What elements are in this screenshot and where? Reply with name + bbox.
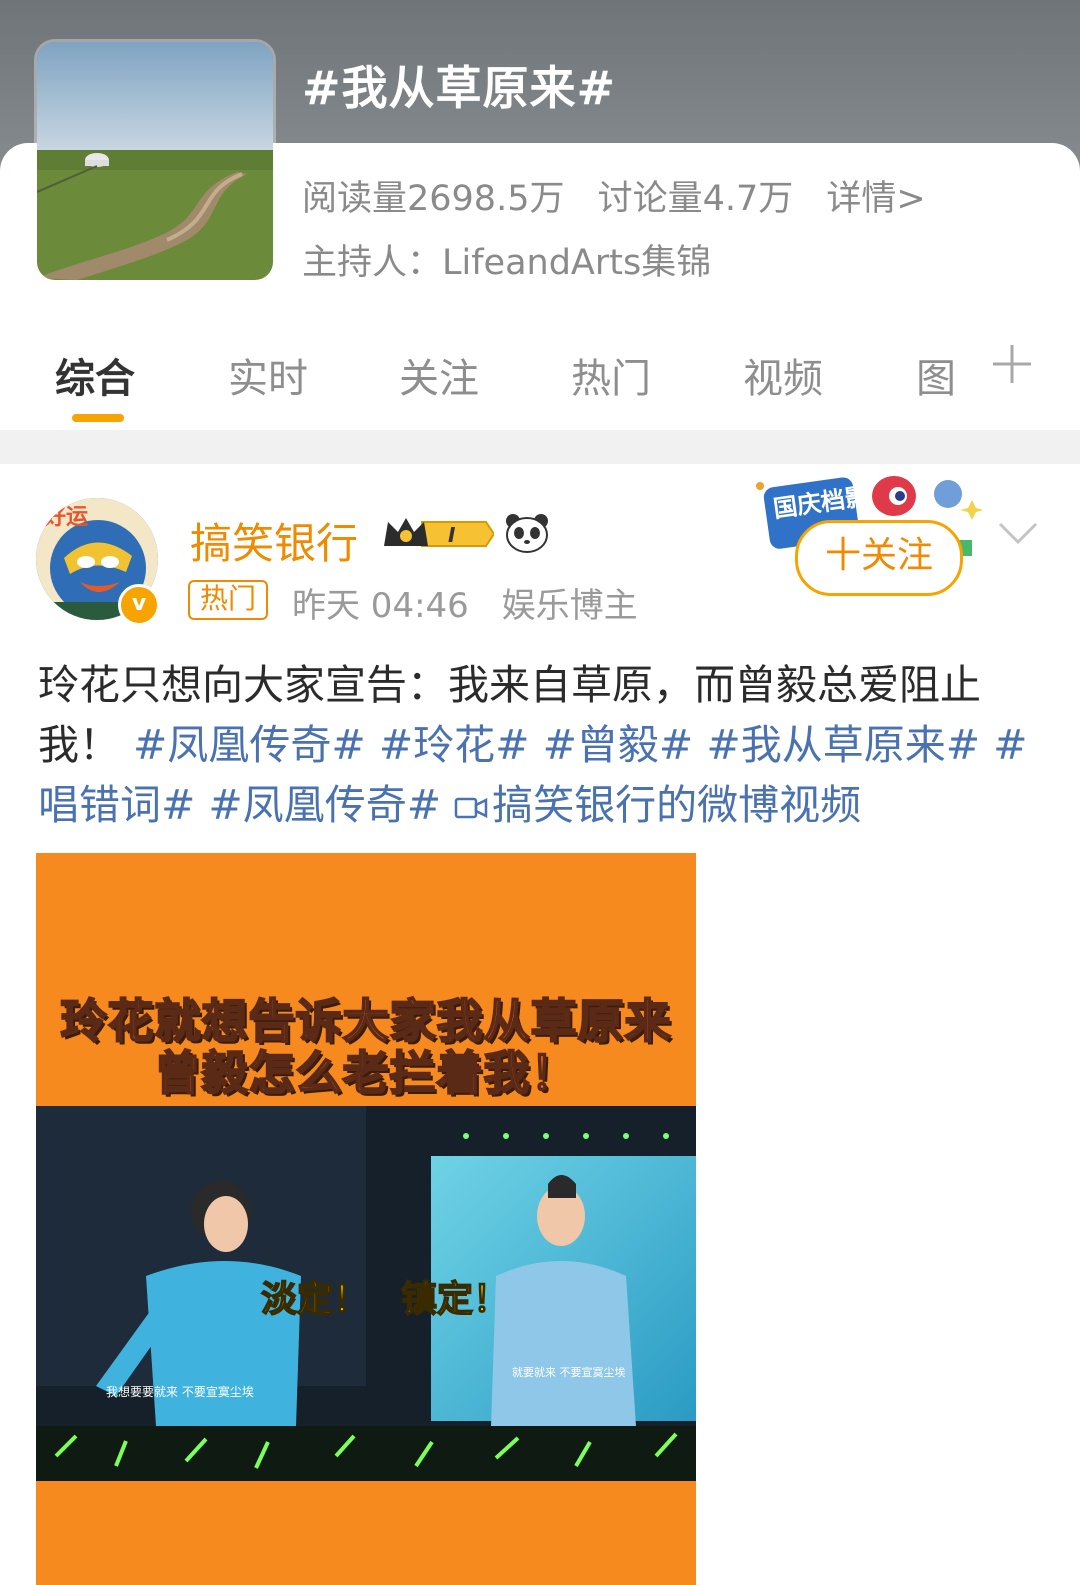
hashtag-link[interactable]: #我从草原来#: [706, 721, 980, 769]
video-thumbnail[interactable]: 玲花就想告诉大家我从草原来 曾毅怎么老拦着我！ 淡定！ 镇定！ 我想要要就来 不…: [36, 853, 696, 1585]
tab-following[interactable]: 关注: [399, 346, 479, 404]
video-link-text: 搞笑银行的微博视频: [492, 781, 862, 829]
add-tab-plus-icon[interactable]: [990, 340, 1034, 400]
post-time: 昨天 04:46: [292, 586, 469, 626]
video-camera-icon: [454, 797, 488, 819]
tab-video[interactable]: 视频: [743, 346, 823, 404]
panda-badge-icon: [504, 512, 550, 554]
hashtag-link[interactable]: #曾毅#: [543, 721, 694, 769]
post-content: 玲花只想向大家宣告：我来自草原，而曾毅总爱阻止我！ #凤凰传奇# #玲花# #曾…: [38, 655, 1042, 835]
active-tab-indicator: [72, 414, 124, 422]
avatar-caption-text: 好运: [43, 504, 88, 530]
post-meta: 昨天 04:46 娱乐博主: [292, 578, 660, 627]
subtitle-right: 就要就来 不要宣寞尘埃: [512, 1365, 626, 1379]
topic-host[interactable]: 主持人：LifeandArts集锦: [302, 234, 711, 285]
details-link[interactable]: 详情>: [826, 179, 925, 219]
tab-bar: 综合 实时 关注 热门 视频 图: [0, 340, 1080, 430]
discussion-count: 讨论量4.7万: [597, 179, 794, 219]
subtitle-left: 我想要要就来 不要宣寞尘埃: [106, 1384, 254, 1399]
author-role: 娱乐博主: [501, 586, 638, 626]
section-divider: [0, 430, 1080, 464]
hashtag-link[interactable]: #凤凰传奇#: [133, 721, 366, 769]
level-text: I: [448, 523, 456, 547]
video-link[interactable]: 搞笑银行的微博视频: [454, 781, 861, 829]
topic-title: #我从草原来#: [302, 61, 617, 115]
hashtag-link[interactable]: #玲花#: [379, 721, 530, 769]
follow-button[interactable]: 十关注: [795, 520, 963, 596]
video-caption-line2: 曾毅怎么老拦着我！: [154, 1045, 578, 1101]
video-stage-frame: 淡定！ 镇定！ 我想要要就来 不要宣寞尘埃 就要就来 不要宣寞尘埃: [36, 1106, 696, 1481]
tab-comprehensive[interactable]: 综合: [55, 346, 135, 404]
stage-text-left: 淡定！: [261, 1279, 369, 1320]
verified-badge-icon: v: [118, 584, 160, 626]
hot-tag: 热门: [188, 580, 269, 620]
crown-level-badge-icon: I: [382, 514, 496, 554]
chevron-down-icon[interactable]: [996, 516, 1040, 550]
topic-stats: 阅读量2698.5万 讨论量4.7万 详情>: [302, 170, 948, 221]
hashtag-link[interactable]: #凤凰传奇#: [208, 781, 441, 829]
author-name[interactable]: 搞笑银行: [190, 510, 358, 571]
read-count: 阅读量2698.5万: [302, 179, 565, 219]
stage-text-right: 镇定！: [401, 1279, 509, 1320]
topic-cover-image[interactable]: [37, 42, 273, 280]
tab-hot[interactable]: 热门: [571, 346, 651, 404]
tab-realtime[interactable]: 实时: [228, 346, 308, 404]
tab-images[interactable]: 图: [916, 346, 956, 404]
